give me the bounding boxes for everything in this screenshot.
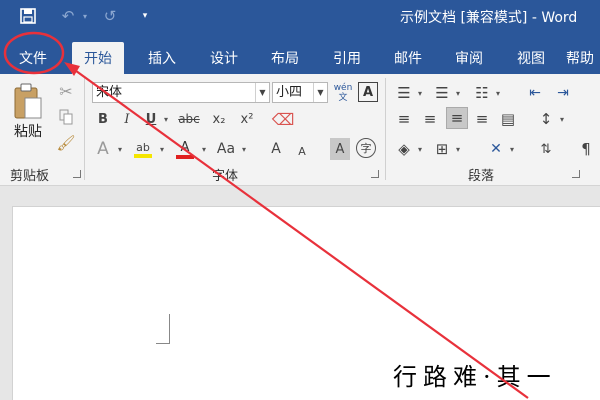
character-border-button[interactable]: A <box>358 82 378 102</box>
clipboard-group-label: 剪贴板 <box>10 169 50 184</box>
borders-dropdown-icon[interactable]: ▾ <box>452 138 462 160</box>
phonetic-guide-button[interactable]: wén 文 <box>332 80 354 106</box>
increase-indent-icon[interactable]: ⇥ <box>552 82 574 104</box>
paragraph-launcher-icon[interactable] <box>572 170 580 178</box>
underline-button[interactable]: U <box>142 108 160 130</box>
font-name-select[interactable]: 宋体 ▼ <box>92 82 270 103</box>
underline-dropdown-icon[interactable]: ▾ <box>160 108 170 130</box>
font-color-label: A <box>180 139 190 155</box>
chinese-layout-dropdown-icon[interactable]: ▾ <box>506 138 516 160</box>
line-spacing-dropdown-icon[interactable]: ▾ <box>556 108 566 130</box>
margin-corner-mark <box>156 314 170 344</box>
chevron-down-icon: ▼ <box>313 83 327 102</box>
group-separator <box>84 78 85 180</box>
superscript-button[interactable]: x² <box>236 108 258 130</box>
character-shading-button[interactable]: A <box>330 138 350 160</box>
text-effects-button[interactable]: A <box>94 138 112 160</box>
undo-icon[interactable]: ↶ <box>58 6 78 26</box>
align-left-icon[interactable]: ≡ <box>394 108 414 130</box>
change-case-dropdown-icon[interactable]: ▾ <box>238 138 248 160</box>
distributed-icon[interactable]: ▤ <box>498 108 518 130</box>
window-title: 示例文档 [兼容模式] - Word <box>400 10 578 26</box>
tab-references[interactable]: 引用 <box>321 42 373 74</box>
line-spacing-icon[interactable]: ↕ <box>536 108 556 130</box>
tab-insert[interactable]: 插入 <box>136 42 188 74</box>
format-painter-icon[interactable]: 🖌 <box>56 132 76 154</box>
highlight-button[interactable]: ab <box>132 136 154 162</box>
subscript-button[interactable]: x₂ <box>208 108 230 130</box>
paragraph-group-label: 段落 <box>468 169 495 184</box>
tab-layout[interactable]: 布局 <box>259 42 311 74</box>
sort-icon[interactable]: ⇅ <box>536 138 556 160</box>
highlight-dropdown-icon[interactable]: ▾ <box>156 138 166 160</box>
chinese-layout-icon[interactable]: ✕ <box>486 138 506 160</box>
shading-dropdown-icon[interactable]: ▾ <box>414 138 424 160</box>
font-color-bar <box>176 154 194 159</box>
change-case-button[interactable]: Aa <box>214 138 238 160</box>
copy-icon[interactable] <box>56 106 76 128</box>
paste-label[interactable]: 粘贴 <box>10 120 46 142</box>
undo-dropdown-icon[interactable]: ▾ <box>80 6 90 26</box>
numbering-dropdown-icon[interactable]: ▾ <box>452 82 462 104</box>
shading-icon[interactable]: ◈ <box>394 138 414 160</box>
borders-icon[interactable]: ⊞ <box>432 138 452 160</box>
font-color-button[interactable]: A <box>174 136 196 162</box>
enclose-characters-button[interactable]: 字 <box>356 138 376 158</box>
customize-quick-access-icon[interactable]: ▾ <box>138 6 152 26</box>
font-name-value: 宋体 <box>96 85 123 100</box>
paste-icon <box>14 83 42 119</box>
clipboard-launcher-icon[interactable] <box>73 170 81 178</box>
redo-icon[interactable]: ↺ <box>100 6 120 26</box>
document-heading[interactable]: 行路难·其一 <box>393 357 557 392</box>
align-center-icon[interactable]: ≡ <box>420 108 440 130</box>
clear-formatting-icon[interactable]: ⌫ <box>272 108 295 130</box>
tab-mailings[interactable]: 邮件 <box>382 42 434 74</box>
strikethrough-button[interactable]: abc <box>176 108 202 130</box>
chevron-down-icon: ▼ <box>255 83 269 102</box>
paste-button[interactable] <box>8 78 48 126</box>
shrink-font-button[interactable]: A <box>292 140 312 162</box>
font-group-label: 字体 <box>212 169 239 184</box>
font-size-select[interactable]: 小四 ▼ <box>272 82 328 103</box>
italic-button[interactable]: I <box>118 108 136 130</box>
align-right-icon[interactable]: ≡ <box>446 107 468 129</box>
save-icon[interactable] <box>18 6 38 26</box>
grow-font-button[interactable]: A <box>266 138 286 160</box>
cut-icon[interactable]: ✂ <box>56 80 76 102</box>
title-bar: ↶ ▾ ↺ ▾ 示例文档 [兼容模式] - Word <box>0 0 600 32</box>
tab-view[interactable]: 视图 <box>505 42 557 74</box>
decrease-indent-icon[interactable]: ⇤ <box>524 82 546 104</box>
show-formatting-icon[interactable]: ¶ <box>576 138 596 160</box>
font-color-dropdown-icon[interactable]: ▾ <box>198 138 208 160</box>
bold-button[interactable]: B <box>94 108 112 130</box>
font-launcher-icon[interactable] <box>371 170 379 178</box>
ribbon-home: 粘贴 ✂ 🖌 剪贴板 宋体 ▼ 小四 ▼ wén 文 A B I U ▾ abc… <box>0 74 600 186</box>
font-size-value: 小四 <box>276 85 303 100</box>
tab-design[interactable]: 设计 <box>198 42 250 74</box>
justify-icon[interactable]: ≡ <box>472 108 492 130</box>
tab-review[interactable]: 审阅 <box>443 42 495 74</box>
ribbon-tabs: 文件 开始 插入 设计 布局 引用 邮件 审阅 视图 帮助 <box>0 32 600 74</box>
document-page[interactable]: 行路难·其一 <box>12 206 600 400</box>
numbering-icon[interactable]: ☰ <box>432 82 452 104</box>
highlight-color-bar <box>134 153 152 158</box>
bullets-dropdown-icon[interactable]: ▾ <box>414 82 424 104</box>
multilevel-list-icon[interactable]: ☷ <box>472 82 492 104</box>
tab-file[interactable]: 文件 <box>8 42 58 74</box>
tab-home[interactable]: 开始 <box>72 42 124 74</box>
text-effects-dropdown-icon[interactable]: ▾ <box>114 138 124 160</box>
multilevel-list-dropdown-icon[interactable]: ▾ <box>492 82 502 104</box>
document-area: 行路难·其一 <box>0 186 600 400</box>
highlight-label: ab <box>136 140 150 154</box>
group-separator <box>385 78 386 180</box>
bullets-icon[interactable]: ☰ <box>394 82 414 104</box>
tab-help[interactable]: 帮助 <box>566 42 600 74</box>
